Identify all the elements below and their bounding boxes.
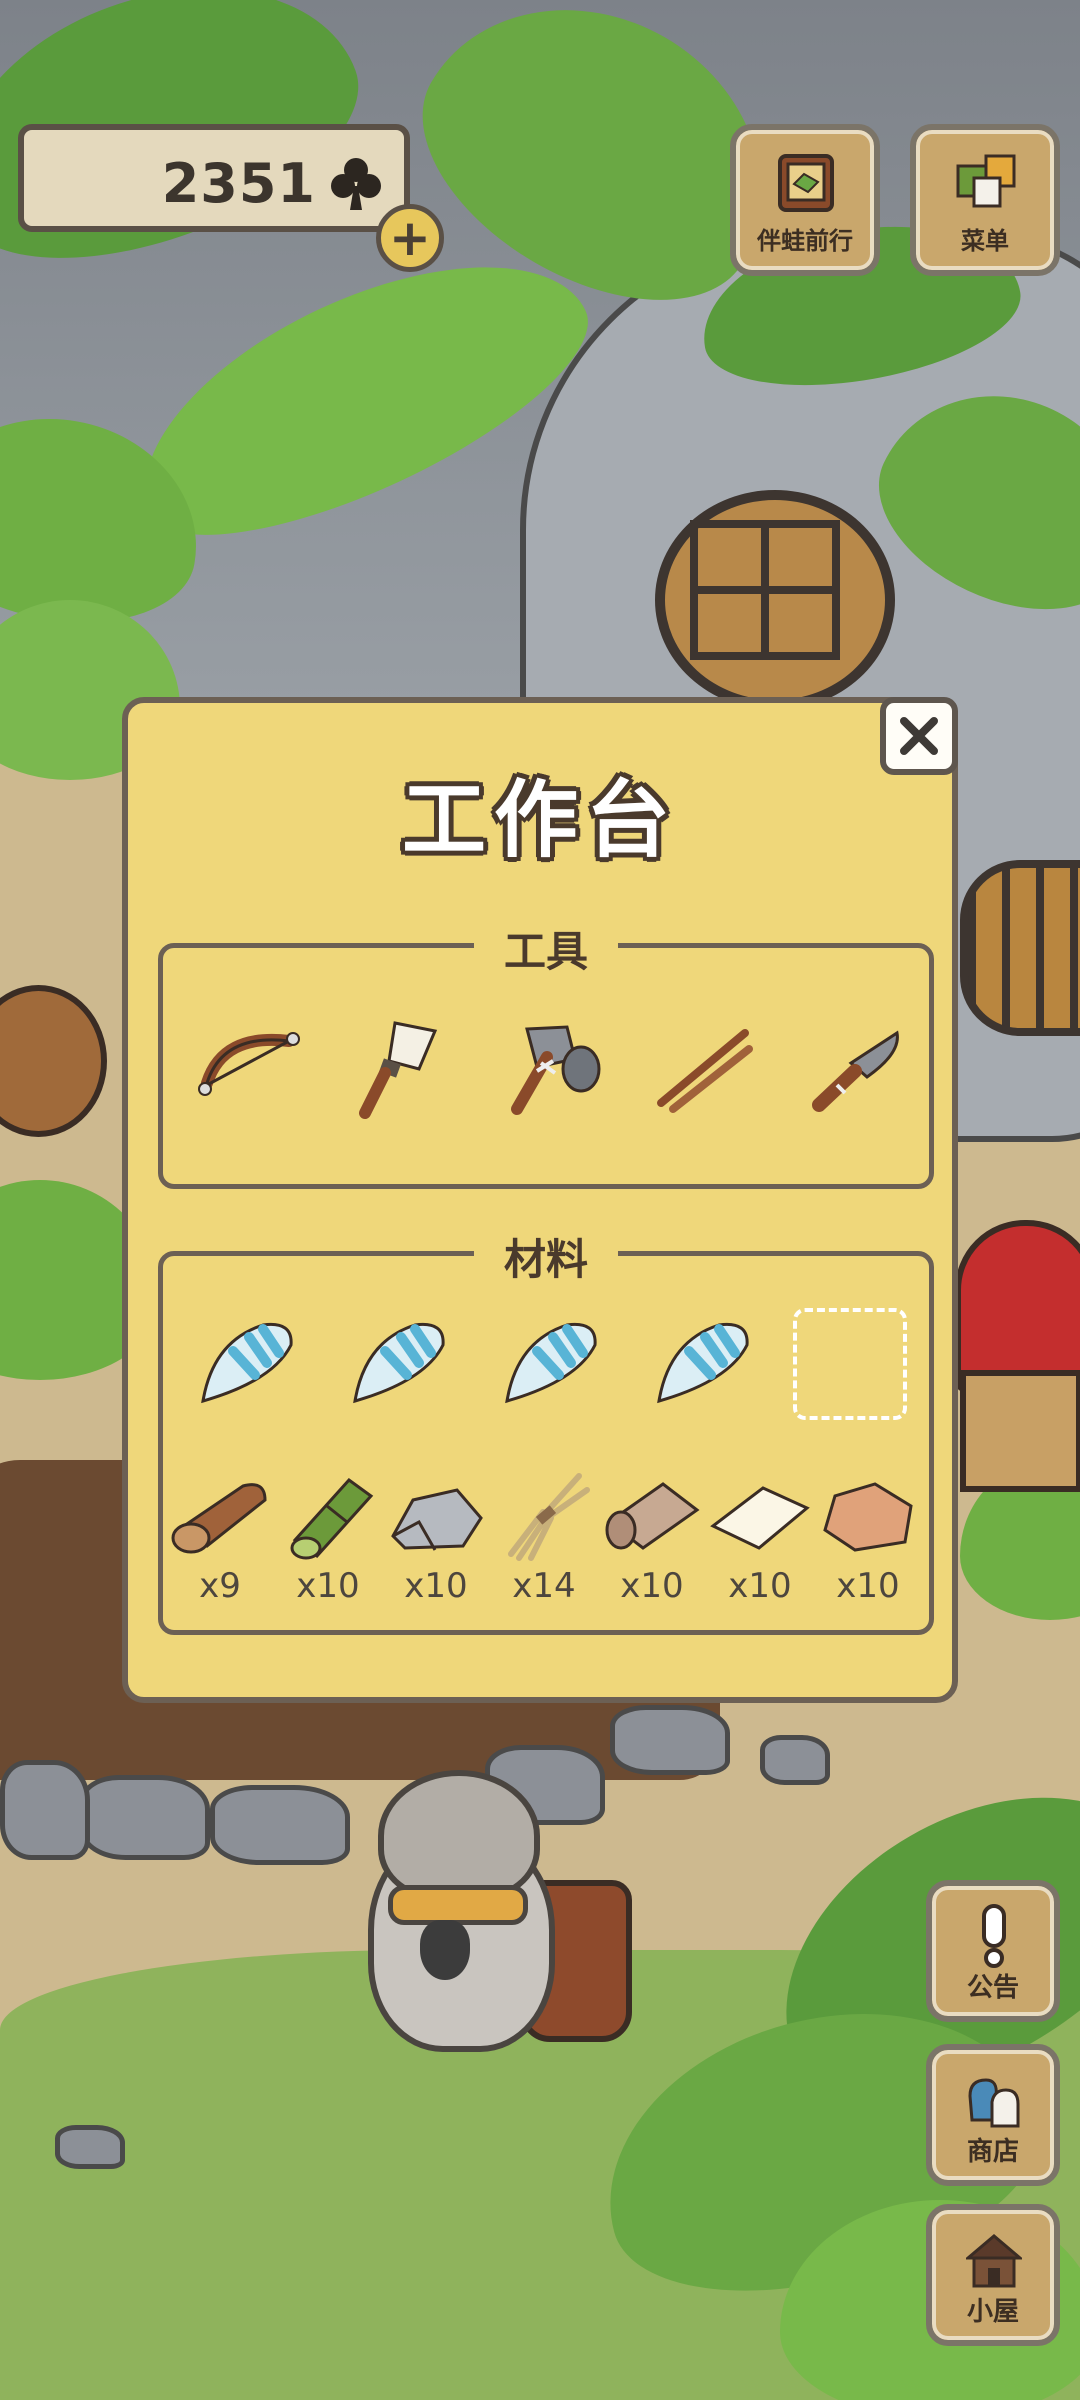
clover-icon: [331, 158, 381, 210]
workbench-title: 工作台: [401, 771, 678, 869]
material-log[interactable]: x9: [167, 1466, 273, 1606]
notice-button[interactable]: 公告: [926, 1880, 1060, 2022]
tool-slot-knife[interactable]: [791, 1008, 921, 1128]
plus-icon: +: [389, 209, 431, 267]
material-quantity: x14: [512, 1566, 576, 1606]
house-button[interactable]: 小屋: [926, 2204, 1060, 2346]
material-slot-shell[interactable]: [487, 1306, 617, 1426]
hamster-scarf: [388, 1885, 528, 1925]
shell-icon: [505, 1322, 597, 1404]
tool-slot-stone-axe[interactable]: [487, 1008, 617, 1128]
tools-section-title: 工具: [473, 918, 619, 979]
stone-axe-icon: [511, 1025, 601, 1115]
material-quantity: x10: [728, 1566, 792, 1606]
material-bamboo[interactable]: x10: [275, 1466, 381, 1606]
leather-icon: [823, 1482, 913, 1552]
material-straw[interactable]: x14: [491, 1466, 597, 1606]
bamboo-icon: [290, 1477, 374, 1560]
mailbox[interactable]: [955, 1220, 1080, 1392]
house-icon: [966, 2234, 1022, 2288]
empty-material-slot[interactable]: [793, 1308, 907, 1420]
brush-icon: [359, 1021, 438, 1119]
shop-label: 商店: [966, 2137, 1019, 2167]
sunflower-seed: [420, 1920, 470, 1980]
shell-icon: [201, 1322, 293, 1404]
material-leather[interactable]: x10: [815, 1466, 921, 1606]
add-clover-button[interactable]: +: [376, 204, 444, 272]
material-stone[interactable]: x10: [383, 1466, 489, 1606]
close-button[interactable]: [880, 697, 958, 775]
material-slot-shell[interactable]: [639, 1306, 769, 1426]
travel-companion-button[interactable]: 伴蛙前行: [730, 124, 880, 276]
close-icon: [900, 717, 938, 755]
menu-button[interactable]: 菜单: [910, 124, 1060, 276]
side-window: [960, 860, 1080, 1036]
pebble: [610, 1705, 730, 1775]
shop-button[interactable]: 商店: [926, 2044, 1060, 2186]
hamster-head[interactable]: [378, 1770, 540, 1902]
notice-label: 公告: [966, 1973, 1019, 2003]
pebble: [210, 1785, 350, 1865]
bow-icon: [198, 1032, 300, 1096]
material-slot-shell[interactable]: [183, 1306, 313, 1426]
knife-icon: [812, 1030, 899, 1112]
material-quantity: x10: [620, 1566, 684, 1606]
material-paper[interactable]: x10: [707, 1466, 813, 1606]
tools-section: 工具: [158, 918, 934, 1189]
material-quantity: x9: [199, 1566, 241, 1606]
tool-slot-bow[interactable]: [183, 1008, 313, 1128]
material-quantity: x10: [404, 1566, 468, 1606]
mailbox-post: [960, 1370, 1080, 1492]
material-quantity: x10: [296, 1566, 360, 1606]
clover-counter: 2351: [18, 124, 410, 232]
materials-section-title: 材料: [473, 1226, 619, 1287]
stone-icon: [391, 1488, 483, 1551]
material-cloth-roll[interactable]: x10: [599, 1466, 705, 1606]
log-icon: [171, 1483, 267, 1554]
pebble: [760, 1735, 830, 1785]
materials-section: 材料 x9 x10 x10 x14 x10 x10 x10: [158, 1226, 934, 1635]
tool-slot-brush[interactable]: [335, 1008, 465, 1128]
house-label: 小屋: [966, 2297, 1019, 2327]
menu-cards-icon: [956, 154, 1016, 208]
tool-slot-sticks[interactable]: [639, 1008, 769, 1128]
exclamation-icon: [982, 1904, 1006, 1968]
sticks-icon: [657, 1029, 753, 1113]
straw-icon: [508, 1473, 590, 1561]
pebble: [0, 1760, 90, 1860]
travel-companion-label: 伴蛙前行: [757, 227, 853, 255]
shell-icon: [353, 1322, 445, 1404]
clover-amount: 2351: [161, 152, 316, 215]
material-quantity: x10: [836, 1566, 900, 1606]
material-slot-shell[interactable]: [335, 1306, 465, 1426]
cloth-roll-icon: [605, 1482, 700, 1550]
workbench-dialog: 工作台 工具 材料 x9 x10 x10 x14 x10 x10 x10: [122, 697, 958, 1703]
paper-icon: [710, 1486, 810, 1550]
pebble: [55, 2125, 125, 2169]
pebble: [80, 1775, 210, 1860]
map-book-icon: [778, 154, 834, 212]
shell-icon: [657, 1322, 749, 1404]
menu-label: 菜单: [961, 227, 1009, 255]
shop-bags-icon: [968, 2078, 1020, 2128]
window-lattice: [690, 520, 840, 660]
